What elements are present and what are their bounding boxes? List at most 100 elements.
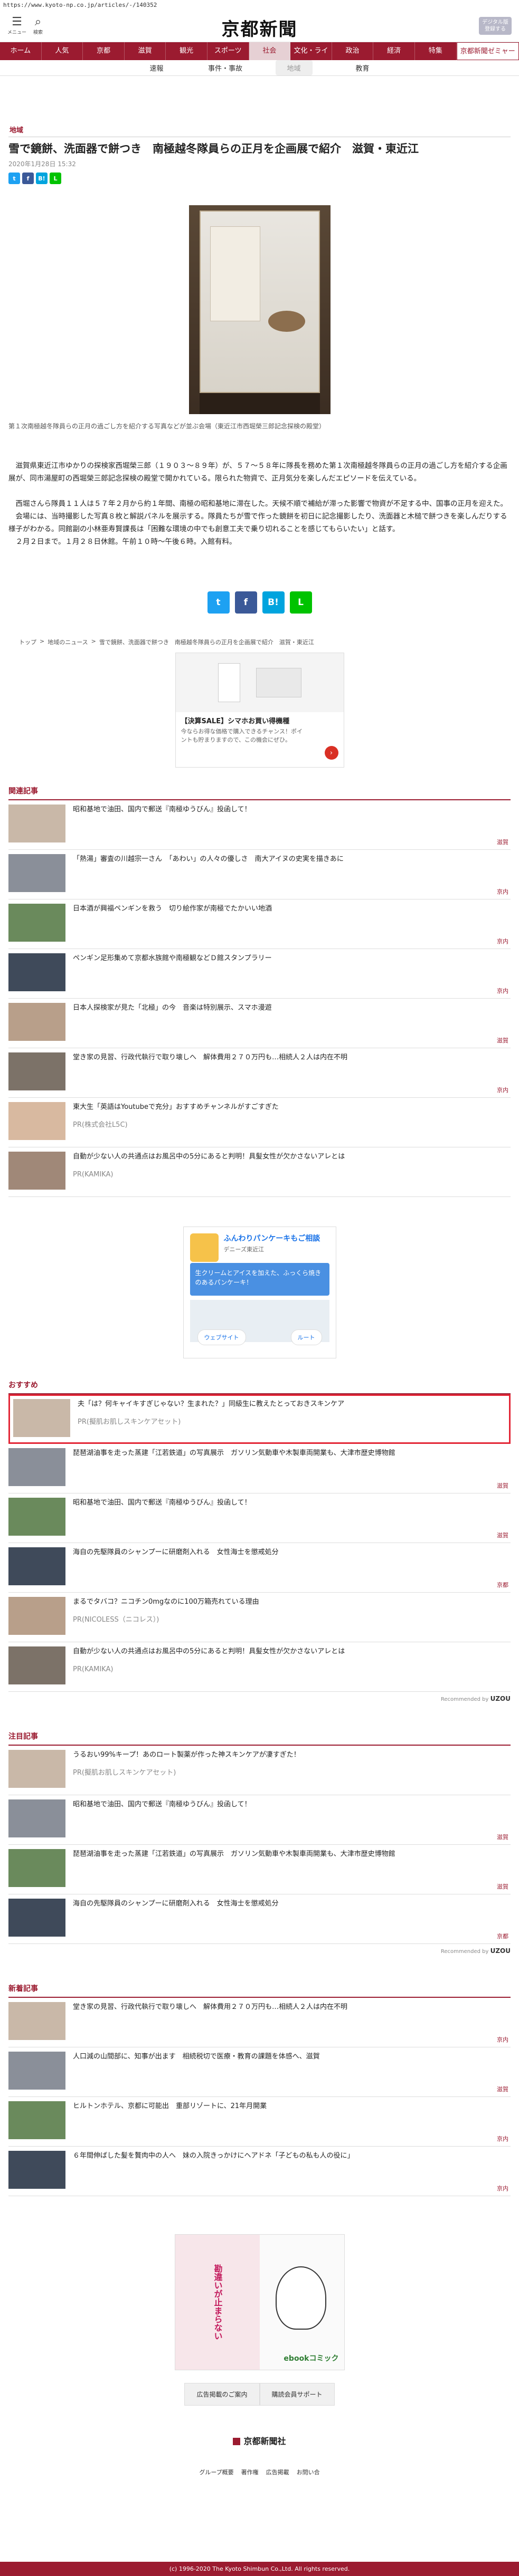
list-item[interactable]: 堂き家の見習、行政代執行で取り壊しへ 解体費用２７０万円も…相続人２人は内在不明… (8, 1048, 511, 1098)
ad-dennys[interactable]: ふんわりパンケーキもご相談 デニーズ東近江 生クリームとアイスを加えた、ふっくら… (183, 1227, 336, 1358)
hatena-share-icon[interactable]: B! (262, 591, 285, 614)
gnav-item[interactable]: 文化・ライフ (290, 42, 332, 73)
thumbnail-image (8, 1498, 65, 1536)
breadcrumb-item[interactable]: 地域のニュース (48, 638, 88, 646)
subnav-item[interactable]: 教育 (344, 60, 381, 75)
list-item[interactable]: ６年間伸ばした髪を贅肉中の人へ 妹の入院きっかけにヘアドネ「子どもの私も人の役に… (8, 2147, 511, 2196)
list-item-title: 昭和基地で油田、国内で郵送『南極ゆうびん』投函して！ (73, 806, 251, 813)
article-paragraph: ２月２日まで。１月２８日休館。午前１０時～午後６時。入館有料。 (15, 538, 237, 546)
attention-section: 注目記事 うるおい99%キープ！あのロート製薬が作った神スキンケアが凄すぎた！ P… (8, 1731, 511, 1955)
exhibit-dish (268, 311, 305, 332)
twitter-share-icon[interactable]: t (8, 173, 20, 184)
article-date: 2020年1月28日 15:32 (8, 160, 76, 168)
hamburger-icon: ☰ (12, 15, 22, 28)
newest-list: 堂き家の見習、行政代執行で取り壊しへ 解体費用２７０万円も…相続人２人は内在不明… (8, 1998, 511, 2196)
list-item[interactable]: 昭和基地で油田、国内で郵送『南極ゆうびん』投函して！ 滋賀 (8, 800, 511, 850)
thumbnail-image (8, 1750, 65, 1788)
list-item[interactable]: 琵琶湖油事を走った蒸建「江若鉄道」の写真展示 ガソリン気動車や木製車両開業も、大… (8, 1444, 511, 1493)
list-item[interactable]: 日本人探検家が見た「北極」の今 音楽は特別展示、スマホ漫遊 滋賀 (8, 999, 511, 1048)
footer-nav-item[interactable]: 著作権 (241, 2468, 259, 2476)
region-tag: 滋賀 (497, 2086, 508, 2093)
list-item[interactable]: ペンギン足形集めて京都水族館や南極観などＤ館スタンプラリー 京内 (8, 949, 511, 999)
thumbnail-image (8, 1597, 65, 1635)
gnav-item[interactable]: 人気 (42, 42, 83, 60)
thumbnail-image (8, 904, 65, 942)
list-item[interactable]: 自動が少ない人の共通点はお風呂中の5分にあると判明！具髪女性が欠かさないアレとは… (8, 1642, 511, 1692)
article-photo[interactable] (188, 205, 331, 414)
list-item[interactable]: うるおい99%キープ！あのロート製薬が作った神スキンケアが凄すぎた！ PR(擬肌お… (8, 1746, 511, 1795)
thumbnail-image (8, 1849, 65, 1887)
gnav-item[interactable]: ホーム (0, 42, 42, 60)
list-item[interactable]: ヒルトンホテル、京都に可能出 重部リゾートに、21年月開業 京内 (8, 2097, 511, 2147)
region-tag: 京都 (497, 1582, 508, 1588)
list-item[interactable]: まるでタバコ？ニコチン0mgなのに100万箱売れている理由 PR(NICOLESS… (8, 1593, 511, 1642)
twitter-share-icon[interactable]: t (207, 591, 230, 614)
list-item[interactable]: 夫「は？何キャイキすぎじゃない？生まれた？」同級生に教えたとっておきスキンケア P… (8, 1394, 511, 1444)
list-item[interactable]: 自動が少ない人の共通点はお風呂中の5分にあると判明！具髪女性が欠かさないアレとは… (8, 1147, 511, 1197)
thumbnail-image (8, 953, 65, 991)
article-category[interactable]: 地域 (8, 125, 511, 135)
hatena-share-icon[interactable]: B! (36, 173, 48, 184)
list-item[interactable]: 「熱湯」審査の川越宗一さん 「あわい」の人々の優しさ 南大アイヌの史実を描きあに… (8, 850, 511, 899)
site-logo[interactable]: 京都新聞 (222, 15, 298, 41)
region-tag: 滋賀 (497, 1037, 508, 1044)
footer-ad-link[interactable]: 広告掲載のご案内 (184, 2383, 260, 2406)
digital-register-button[interactable]: デジタル版登録する (479, 16, 512, 35)
list-item[interactable]: 海自の先駆隊員のシャンプーに研磨剤入れる 女性海士を懲戒処分 京都 (8, 1894, 511, 1944)
facebook-share-icon[interactable]: f (234, 591, 257, 614)
facebook-share-icon[interactable]: f (22, 173, 34, 184)
ad-comic[interactable]: 勘違いが止まらない ebookコミック (174, 2234, 345, 2370)
gnav-item[interactable]: 京都 (83, 42, 125, 60)
sponsor-label: PR(NICOLESS（ニコレス）) (73, 1616, 159, 1624)
logo-mark-icon (233, 2438, 241, 2445)
list-item-title: 琵琶湖油事を走った蒸建「江若鉄道」の写真展示 ガソリン気動車や木製車両開業も、大… (73, 1449, 395, 1457)
footer-nav-item[interactable]: グループ概要 (199, 2468, 233, 2476)
sponsor-label: PR(KAMIKA) (73, 1665, 114, 1673)
breadcrumb-item: 雪で鏡餅、洗面器で餅つき 南極越冬隊員らの正月を企画展で紹介 滋賀・東近江 (99, 639, 314, 646)
gnav-item[interactable]: 特集 (415, 42, 457, 60)
footer-support-link[interactable]: 購読会員サポート (259, 2383, 335, 2406)
subnav-item[interactable]: 速報 (138, 60, 175, 75)
breadcrumb-item[interactable]: トップ (19, 638, 36, 646)
list-item[interactable]: 昭和基地で油田、国内で郵送『南極ゆうびん』投函して！ 滋賀 (8, 1493, 511, 1543)
list-item-title: 昭和基地で油田、国内で郵送『南極ゆうびん』投函して！ (73, 1499, 251, 1507)
gnav-item[interactable]: 観光 (166, 42, 207, 60)
list-item[interactable]: 海自の先駆隊員のシャンプーに研磨剤入れる 女性海士を懲戒処分 京都 (8, 1543, 511, 1593)
line-share-icon[interactable]: L (50, 173, 61, 184)
list-item[interactable]: 堂き家の見習、行政代執行で取り壊しへ 解体費用２７０万円も…相続人２人は内在不明… (8, 1998, 511, 2047)
subnav-item[interactable]: 地域 (275, 60, 313, 75)
url-bar[interactable]: https://www.kyoto-np.co.jp/articles/-/14… (0, 0, 519, 9)
line-share-icon[interactable]: L (289, 591, 312, 614)
footer-nav-item[interactable]: 広告掲載 (266, 2468, 289, 2476)
footer-nav-item[interactable]: お問い合 (297, 2468, 320, 2476)
recommended-by: Recommended by UZOU (440, 1947, 511, 1955)
list-item[interactable]: 琵琶湖油事を走った蒸建「江若鉄道」の写真展示 ガソリン気動車や木製車両開業も、大… (8, 1845, 511, 1894)
ad-banner-shimaho[interactable]: 【決算SALE】シマホお買い得機種 今ならお得な価格で購入できるチャンス！ポイン… (175, 653, 344, 768)
list-item-title: 昭和基地で油田、国内で郵送『南極ゆうびん』投函して！ (73, 1801, 251, 1808)
gnav-item[interactable]: 京都新聞ゼミャー (456, 42, 519, 60)
list-item[interactable]: 昭和基地で油田、国内で郵送『南極ゆうびん』投函して！ 滋賀 (8, 1795, 511, 1845)
gnav-item[interactable]: 経済 (373, 42, 415, 60)
gnav-item[interactable]: 政治 (332, 42, 374, 60)
list-item-title: 琵琶湖油事を走った蒸建「江若鉄道」の写真展示 ガソリン気動車や木製車両開業も、大… (73, 1850, 395, 1858)
list-item[interactable]: 人口減の山間部に、知事が出ます 相続税切で医療・教育の課題を体感へ、滋賀滋賀 (8, 2047, 511, 2097)
list-item-title: ヒルトンホテル、京都に可能出 重部リゾートに、21年月開業 (73, 2102, 267, 2110)
list-item[interactable]: 日本酒が興福ペンギンを救う 切り絵作家が南極でたかいい地酒 京内 (8, 899, 511, 949)
list-item-title: 人口減の山間部に、知事が出ます 相続税切で医療・教育の課題を体感へ、滋賀 (73, 2053, 320, 2061)
menu-button[interactable]: ☰ メニュー (7, 15, 26, 36)
list-item[interactable]: 東大生「英語はYoutubeで充分」おすすめチャンネルがすごすぎた PR(株式会社… (8, 1098, 511, 1147)
ad-website-button[interactable]: ウェブサイト (197, 1329, 246, 1345)
search-button[interactable]: ⌕ 検索 (29, 16, 48, 36)
list-item-title: 日本酒が興福ペンギンを救う 切り絵作家が南極でたかいい地酒 (73, 905, 272, 913)
subnav-item[interactable]: 事件・事故 (207, 60, 244, 75)
gnav-item[interactable]: 社会 (249, 42, 291, 60)
thumbnail-image (8, 1799, 65, 1837)
ad-route-button[interactable]: ルート (290, 1329, 322, 1345)
list-item-title: 堂き家の見習、行政代執行で取り壊しへ 解体費用２７０万円も…相続人２人は内在不明 (73, 2003, 348, 2011)
sub-nav: 速報 事件・事故 地域 教育 (0, 60, 519, 76)
gnav-item[interactable]: 滋賀 (125, 42, 166, 60)
gnav-item[interactable]: スポーツ (207, 42, 249, 60)
thumbnail-image (8, 1003, 65, 1041)
chevron-right-icon[interactable]: › (324, 746, 338, 760)
footer-logo[interactable]: 京都新聞社 (8, 2434, 511, 2447)
